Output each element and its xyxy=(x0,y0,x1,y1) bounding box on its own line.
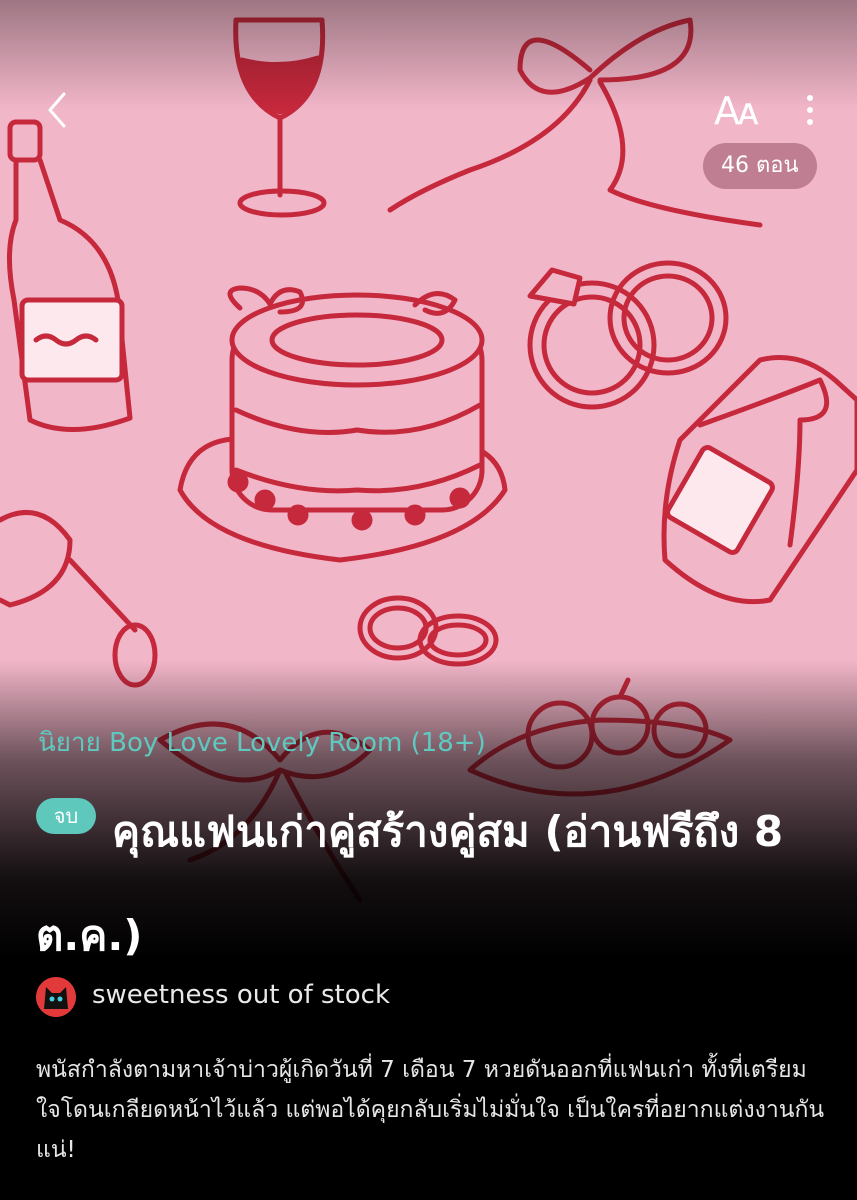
category-label[interactable]: นิยาย Boy Love Lovely Room (18+) xyxy=(38,722,486,763)
synopsis-text: พนัสกำลังตามหาเจ้าบ่าวผู้เกิดวันที่ 7 เด… xyxy=(36,1057,825,1163)
font-size-label: Aᴀ xyxy=(714,89,760,133)
novel-title: คุณแฟนเก่าคู่สร้างคู่สม (อ่านฟรีถึง 8 ต.… xyxy=(36,807,784,960)
back-button[interactable] xyxy=(40,88,76,132)
author-name[interactable]: sweetness out of stock xyxy=(92,980,390,1010)
author-avatar[interactable] xyxy=(36,977,76,1017)
chevron-left-icon xyxy=(48,92,66,128)
episode-count-label: 46 ตอน xyxy=(721,153,799,178)
more-vertical-icon xyxy=(807,95,813,125)
font-size-button[interactable]: Aᴀ xyxy=(714,89,760,133)
episode-count-badge[interactable]: 46 ตอน xyxy=(703,143,817,189)
more-options-button[interactable] xyxy=(800,92,820,132)
novel-detail-screen: Aᴀ 46 ตอน นิยาย Boy Love Lovely Room (18… xyxy=(0,0,857,1200)
cat-avatar-icon xyxy=(36,977,76,1017)
